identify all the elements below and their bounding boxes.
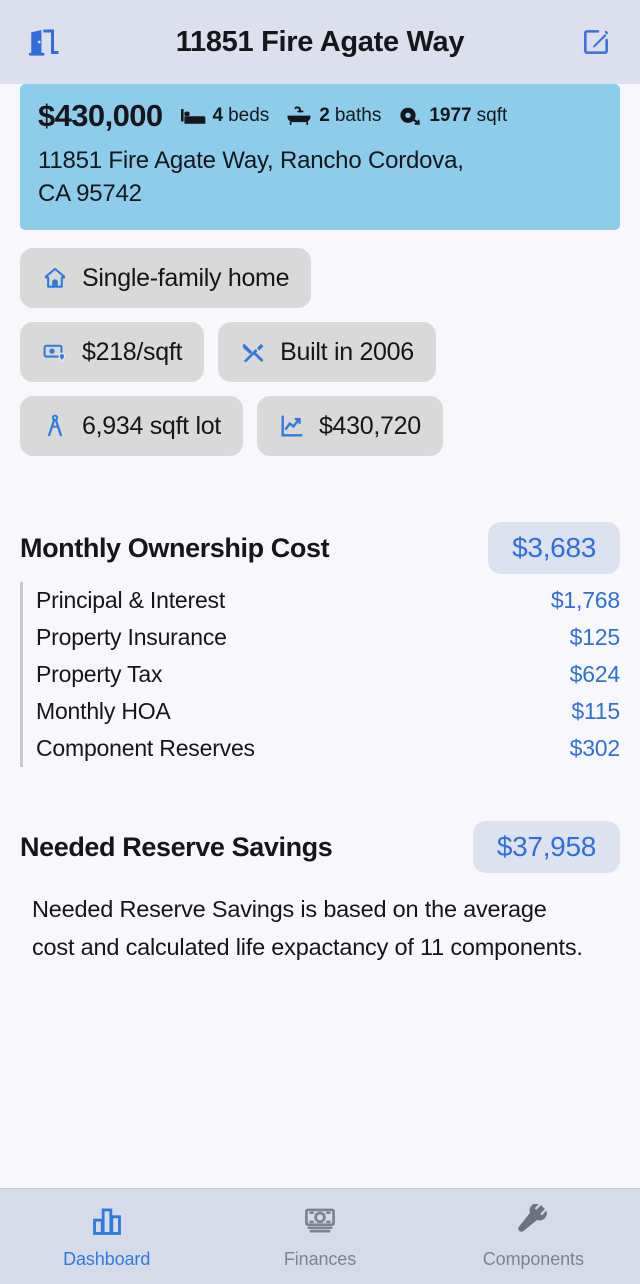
app-header: 11851 Fire Agate Way bbox=[0, 0, 640, 84]
sqft-count: 1977 bbox=[429, 105, 472, 126]
chip-row-3: 6,934 sqft lot $430,720 bbox=[20, 396, 620, 457]
cost-value: $1,768 bbox=[550, 587, 620, 614]
chip-row-2: $218/sqft Built in 2006 bbox=[20, 322, 620, 383]
list-item: Property Tax $624 bbox=[36, 656, 620, 693]
reserve-note: Needed Reserve Savings is based on the a… bbox=[32, 896, 583, 960]
reserve-total-badge: $37,958 bbox=[472, 821, 620, 874]
chip-property-type[interactable]: Single-family home bbox=[20, 248, 312, 309]
sqft-stat: 1977 sqft bbox=[398, 105, 507, 127]
page-title: 11851 Fire Agate Way bbox=[175, 25, 465, 58]
chart-line-icon bbox=[279, 413, 305, 439]
tools-icon bbox=[240, 339, 266, 365]
address-line-1: 11851 Fire Agate Way, Rancho Cordova, bbox=[38, 147, 464, 174]
chip-year-built[interactable]: Built in 2006 bbox=[218, 322, 436, 383]
cost-value: $302 bbox=[569, 735, 621, 762]
cost-label: Property Tax bbox=[36, 661, 163, 688]
bottom-spacer bbox=[0, 966, 640, 1126]
needed-reserve-savings-section: Needed Reserve Savings $37,958 bbox=[20, 821, 620, 874]
chip-row-1: Single-family home bbox=[20, 248, 620, 309]
cost-label: Component Reserves bbox=[36, 735, 255, 762]
tab-label: Components bbox=[482, 1248, 584, 1269]
property-summary-card: $430,000 4 beds 2 baths 1977 sqft 11851 … bbox=[20, 84, 620, 231]
baths-unit: baths bbox=[334, 105, 382, 126]
ownership-header: Monthly Ownership Cost $3,683 bbox=[20, 522, 620, 575]
price-per-sqft-icon bbox=[42, 339, 68, 365]
ownership-total-badge: $3,683 bbox=[488, 522, 620, 575]
property-stats-row: $430,000 4 beds 2 baths 1977 sqft bbox=[38, 98, 602, 134]
bed-icon bbox=[180, 106, 206, 126]
chip-estimated-value[interactable]: $430,720 bbox=[256, 396, 443, 457]
home-icon bbox=[42, 265, 68, 291]
door-exit-icon[interactable] bbox=[22, 20, 66, 64]
baths-stat: 2 baths bbox=[286, 105, 381, 127]
beds-stat: 4 beds bbox=[180, 105, 270, 127]
money-icon bbox=[302, 1204, 338, 1243]
cost-value: $125 bbox=[569, 624, 621, 651]
wrench-icon bbox=[515, 1202, 551, 1243]
chip-label: $218/sqft bbox=[82, 337, 183, 366]
beds-count: 4 bbox=[212, 105, 224, 126]
cost-value: $115 bbox=[571, 698, 620, 725]
chip-lot-size[interactable]: 6,934 sqft lot bbox=[20, 396, 243, 457]
edit-compose-icon[interactable] bbox=[574, 20, 618, 64]
list-item: Principal & Interest $1,768 bbox=[36, 582, 620, 619]
tape-measure-icon bbox=[398, 106, 422, 126]
beds-unit: beds bbox=[228, 105, 270, 126]
monthly-ownership-cost-section: Monthly Ownership Cost $3,683 Principal … bbox=[20, 522, 620, 768]
property-address: 11851 Fire Agate Way, Rancho Cordova, CA… bbox=[38, 144, 602, 210]
address-line-2: CA 95742 bbox=[38, 180, 142, 208]
cost-label: Monthly HOA bbox=[36, 698, 171, 725]
chip-label: Single-family home bbox=[82, 263, 290, 292]
bathtub-icon bbox=[286, 106, 312, 126]
list-item: Monthly HOA $115 bbox=[36, 693, 620, 730]
cost-label: Property Insurance bbox=[36, 624, 227, 651]
list-item: Component Reserves $302 bbox=[36, 730, 620, 767]
reserve-header: Needed Reserve Savings $37,958 bbox=[20, 821, 620, 874]
list-item: Property Insurance $125 bbox=[36, 619, 620, 656]
property-attribute-chips: Single-family home $218/sqft Built in 20… bbox=[20, 248, 620, 457]
tab-label: Dashboard bbox=[63, 1248, 151, 1269]
ownership-title: Monthly Ownership Cost bbox=[20, 532, 330, 563]
chip-label: Built in 2006 bbox=[280, 337, 414, 366]
cost-value: $624 bbox=[569, 661, 621, 688]
compass-icon bbox=[42, 413, 68, 439]
bar-chart-icon bbox=[89, 1204, 125, 1243]
tab-dashboard[interactable]: Dashboard bbox=[0, 1189, 213, 1284]
baths-count: 2 bbox=[319, 105, 330, 126]
ownership-breakdown-list: Principal & Interest $1,768 Property Ins… bbox=[20, 582, 620, 768]
cost-label: Principal & Interest bbox=[36, 587, 226, 614]
chip-label: $430,720 bbox=[318, 411, 421, 440]
chip-price-per-sqft[interactable]: $218/sqft bbox=[20, 322, 205, 383]
bottom-tab-bar: Dashboard Finances Components bbox=[0, 1188, 640, 1284]
tab-label: Finances bbox=[283, 1248, 357, 1269]
chip-label: 6,934 sqft lot bbox=[82, 411, 221, 440]
reserve-title: Needed Reserve Savings bbox=[20, 831, 333, 862]
sqft-unit: sqft bbox=[476, 105, 508, 126]
tab-components[interactable]: Components bbox=[427, 1189, 640, 1284]
tab-finances[interactable]: Finances bbox=[213, 1189, 426, 1284]
listing-price: $430,000 bbox=[38, 98, 163, 133]
